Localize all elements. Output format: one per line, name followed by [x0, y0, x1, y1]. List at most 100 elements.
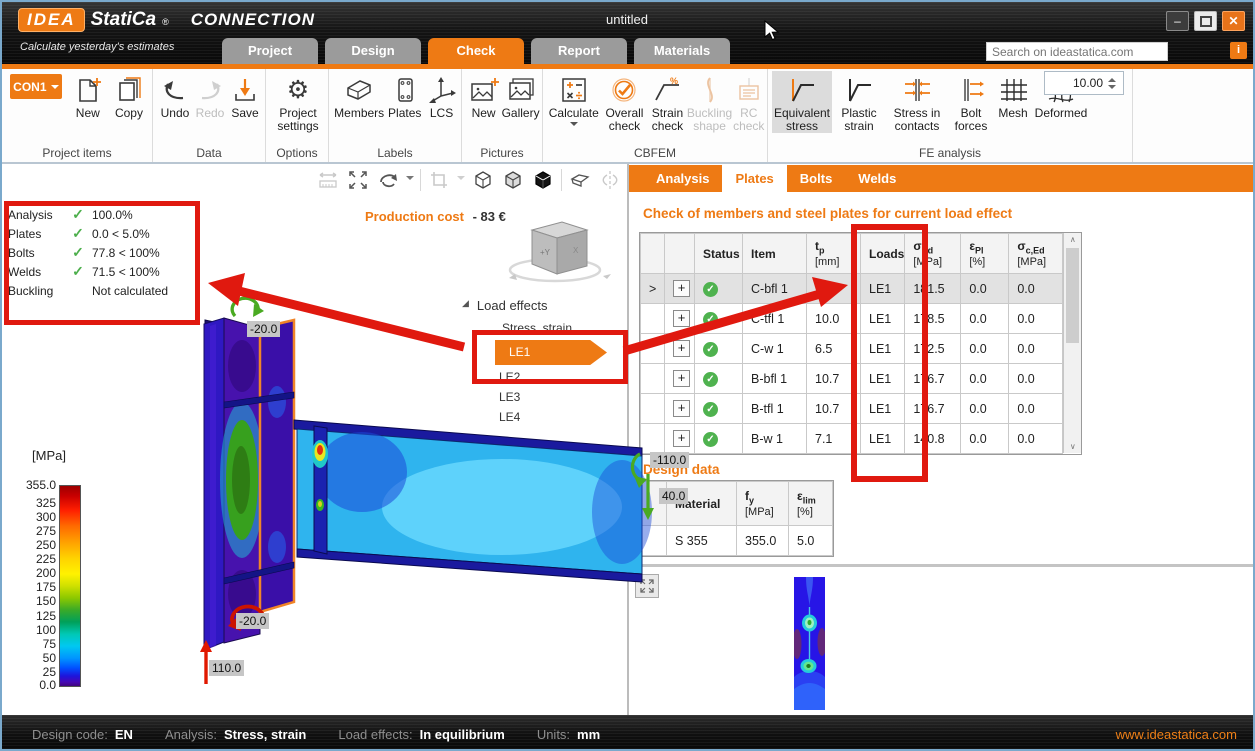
pass-check-icon — [64, 263, 92, 280]
save-button[interactable]: Save — [227, 71, 263, 120]
buckling-shape-button: Buckling shape — [687, 71, 733, 133]
equivalent-stress-icon — [787, 73, 817, 107]
search-input[interactable] — [986, 42, 1168, 61]
col-tp: tp[mm] — [807, 234, 861, 274]
rotate-view-icon[interactable] — [376, 168, 400, 192]
status-pass-icon — [703, 282, 718, 297]
wireframe-cube-icon[interactable] — [471, 168, 495, 192]
undo-button[interactable]: Undo — [157, 71, 193, 120]
product-name: CONNECTION — [191, 10, 315, 30]
mesh-button[interactable]: Mesh — [994, 71, 1032, 120]
new-picture-button[interactable]: New — [466, 71, 501, 120]
gallery-button[interactable]: Gallery — [501, 71, 540, 120]
solid-cube-icon[interactable] — [531, 168, 555, 192]
checks-table-title: Check of members and steel plates for cu… — [643, 206, 1012, 221]
clip-plane-icon[interactable] — [568, 168, 592, 192]
copy-button[interactable]: Copy — [108, 71, 150, 120]
maximize-button[interactable] — [1194, 11, 1217, 31]
idea-logo: IDEA — [18, 8, 85, 32]
plates-icon — [390, 73, 420, 107]
members-icon — [344, 73, 374, 107]
production-cost-label: Production cost — [365, 209, 464, 224]
ribbon: CON1 New Copy Project items Undo — [2, 69, 1253, 162]
plastic-strain-button[interactable]: Plastic strain — [832, 71, 886, 133]
group-label: Data — [153, 146, 265, 162]
brand-logo: IDEAStatiCa® CONNECTION — [18, 8, 315, 32]
lcs-labels-button[interactable]: LCS — [424, 71, 459, 120]
scroll-down-icon[interactable]: ∨ — [1064, 442, 1081, 451]
ribbon-group-options: ⚙ Project settings Options — [266, 69, 329, 162]
tab-report[interactable]: Report — [531, 38, 627, 64]
lcs-axes-icon — [427, 73, 457, 107]
load-label-bottom-moment: -20.0 — [236, 613, 269, 629]
table-scrollbar[interactable]: ∧ ∨ — [1063, 233, 1081, 453]
checks-table: Status Item tp[mm] Loads σEd[MPa] εPl[%]… — [639, 232, 1082, 455]
stress-in-contacts-button[interactable]: Stress in contacts — [886, 71, 948, 133]
table-row[interactable]: + B-w 1 7.1 LE1 140.8 0.0 0.0 — [641, 424, 1063, 454]
tab-design[interactable]: Design — [325, 38, 421, 64]
checks-grid: Status Item tp[mm] Loads σEd[MPa] εPl[%]… — [640, 233, 1063, 454]
plate-stress-preview[interactable] — [794, 577, 825, 710]
fe-scale-input[interactable] — [1045, 75, 1105, 91]
scroll-up-icon[interactable]: ∧ — [1064, 235, 1081, 244]
plates-labels-button[interactable]: Plates — [385, 71, 424, 120]
scale-min: 0.0 — [14, 678, 56, 692]
table-row[interactable]: + C-tfl 1 10.0 LE1 178.5 0.0 0.0 — [641, 304, 1063, 334]
view-cube[interactable]: +Y X — [507, 208, 617, 288]
group-label: CBFEM — [543, 146, 767, 162]
status-pass-icon — [703, 342, 718, 357]
tab-plates[interactable]: Plates — [722, 165, 786, 192]
tab-analysis[interactable]: Analysis — [643, 165, 722, 192]
bolt-forces-button[interactable]: Bolt forces — [948, 71, 994, 133]
brand-name: StatiCa — [91, 9, 156, 31]
ribbon-group-labels: Members Plates LCS Labels — [329, 69, 462, 162]
scrollbar-thumb[interactable] — [1066, 248, 1079, 343]
tab-check[interactable]: Check — [428, 38, 524, 64]
spinner-up-icon[interactable] — [1108, 74, 1116, 82]
table-row[interactable]: + B-bfl 1 10.7 LE1 176.7 0.0 0.0 — [641, 364, 1063, 394]
zoom-extents-icon[interactable] — [346, 168, 370, 192]
calculate-button[interactable]: Calculate — [547, 71, 601, 130]
redo-icon — [195, 73, 225, 107]
col-eps-lim: εlim[%] — [789, 482, 833, 526]
spinner-buttons[interactable] — [1108, 74, 1116, 93]
members-labels-button[interactable]: Members — [333, 71, 385, 120]
status-pass-icon — [703, 402, 718, 417]
strain-check-icon: % — [652, 73, 682, 107]
fe-scale-spinner[interactable] — [1044, 71, 1124, 95]
application-window: IDEAStatiCa® CONNECTION Calculate yester… — [0, 0, 1255, 751]
tab-welds[interactable]: Welds — [845, 165, 909, 192]
stress-in-contacts-icon — [902, 73, 932, 107]
tab-bolts[interactable]: Bolts — [787, 165, 846, 192]
info-button[interactable]: i — [1230, 42, 1247, 59]
save-icon — [230, 73, 260, 107]
section-crop-icon — [427, 168, 451, 192]
minimize-button[interactable]: – — [1166, 11, 1189, 31]
status-pass-icon — [703, 312, 718, 327]
connection-selector[interactable]: CON1 — [10, 74, 62, 99]
shaded-cube-icon[interactable] — [501, 168, 525, 192]
tab-materials[interactable]: Materials — [634, 38, 730, 64]
website-link[interactable]: www.ideastatica.com — [1116, 727, 1237, 742]
table-row[interactable]: + C-w 1 6.5 LE1 172.5 0.0 0.0 — [641, 334, 1063, 364]
measure-icon — [316, 168, 340, 192]
close-button[interactable]: ✕ — [1222, 11, 1245, 31]
table-row[interactable]: + B-tfl 1 10.7 LE1 176.7 0.0 0.0 — [641, 394, 1063, 424]
strain-check-button[interactable]: % Strain check — [648, 71, 686, 133]
equivalent-stress-button[interactable]: Equivalent stress — [772, 71, 832, 133]
chevron-down-icon[interactable] — [406, 176, 414, 184]
spinner-down-icon[interactable] — [1108, 85, 1116, 93]
ribbon-group-project-items: CON1 New Copy Project items — [2, 69, 153, 162]
ribbon-filler — [1133, 69, 1253, 162]
overall-check-button[interactable]: Overall check — [601, 71, 649, 133]
project-settings-button[interactable]: ⚙ Project settings — [270, 71, 326, 133]
load-label-top-moment: -20.0 — [247, 321, 280, 337]
table-row[interactable]: > + C-bfl 1 10.0 LE1 181.5 0.0 0.0 — [641, 274, 1063, 304]
mirror-icon — [598, 168, 622, 192]
tab-project[interactable]: Project — [222, 38, 318, 64]
new-item-icon — [73, 73, 103, 107]
group-label: FE analysis — [768, 146, 1132, 162]
connection-3d-model[interactable] — [152, 282, 692, 722]
new-project-item-button[interactable]: New — [68, 71, 108, 120]
summary-row: Welds71.5 < 100% — [8, 262, 188, 281]
